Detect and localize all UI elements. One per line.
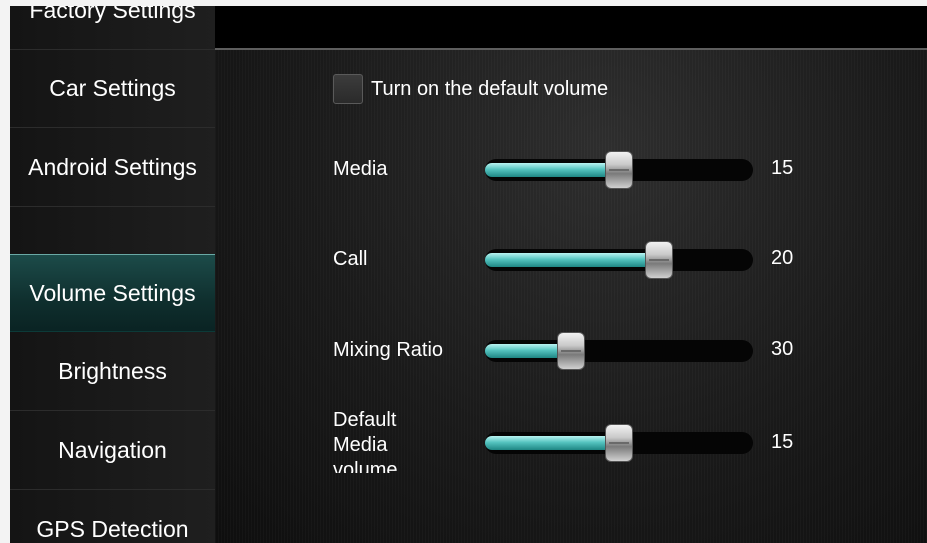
slider-list: Media 15 Call 20 Mixing Ratio 30 Default… (215, 50, 927, 473)
slider-row-media: Media 15 (215, 150, 927, 210)
sidebar-item-label: Brightness (58, 358, 167, 384)
slider-value: 15 (771, 157, 794, 179)
slider-value: 30 (771, 338, 794, 360)
call-volume-slider[interactable] (485, 241, 753, 279)
sidebar-item-navigation[interactable]: Navigation (10, 412, 215, 490)
slider-value: 20 (771, 247, 794, 269)
sidebar-item-label: Navigation (58, 437, 167, 463)
car-head-unit-screen: Factory Settings Car Settings Android Se… (10, 6, 927, 543)
slider-label: Default Media volume (333, 408, 397, 473)
slider-row-mixing-ratio: Mixing Ratio 30 (215, 331, 927, 391)
slider-label-line: volume (333, 459, 398, 473)
slider-fill (485, 436, 619, 450)
slider-label: Mixing Ratio (333, 339, 444, 361)
sidebar-item-gps-detection[interactable]: GPS Detection (10, 491, 215, 543)
volume-settings-panel: Turn on the default volume Media 15 Call… (215, 50, 927, 543)
slider-label-line: Media (333, 434, 388, 456)
slider-row-call: Call 20 (215, 240, 927, 300)
media-volume-slider[interactable] (485, 151, 753, 189)
slider-thumb[interactable] (557, 332, 585, 370)
slider-row-default-media-volume: Default Media volume 15 (215, 408, 927, 473)
sidebar-item-label: Android Settings (28, 154, 197, 180)
sidebar-item-car-settings[interactable]: Car Settings (10, 50, 215, 128)
slider-thumb[interactable] (605, 151, 633, 189)
mixing-ratio-slider[interactable] (485, 332, 753, 370)
sidebar-item-factory-settings[interactable]: Factory Settings (10, 6, 215, 50)
sidebar-item-brightness[interactable]: Brightness (10, 333, 215, 411)
settings-sidebar: Factory Settings Car Settings Android Se… (10, 6, 215, 543)
sidebar-item-volume-settings[interactable]: Volume Settings (10, 254, 215, 332)
slider-label-line: Default (333, 409, 397, 431)
sidebar-item-label: Car Settings (49, 75, 176, 101)
sidebar-item-label: Volume Settings (29, 279, 196, 306)
slider-thumb[interactable] (645, 241, 673, 279)
slider-thumb[interactable] (605, 424, 633, 462)
slider-label: Media (333, 158, 388, 180)
slider-fill (485, 253, 659, 267)
sidebar-item-android-settings[interactable]: Android Settings (10, 129, 215, 207)
sidebar-item-label: Factory Settings (29, 6, 196, 23)
sidebar-item-label: GPS Detection (36, 516, 189, 542)
slider-value: 15 (771, 431, 794, 453)
slider-label: Call (333, 248, 368, 270)
default-media-volume-slider[interactable] (485, 424, 753, 462)
slider-fill (485, 163, 619, 177)
